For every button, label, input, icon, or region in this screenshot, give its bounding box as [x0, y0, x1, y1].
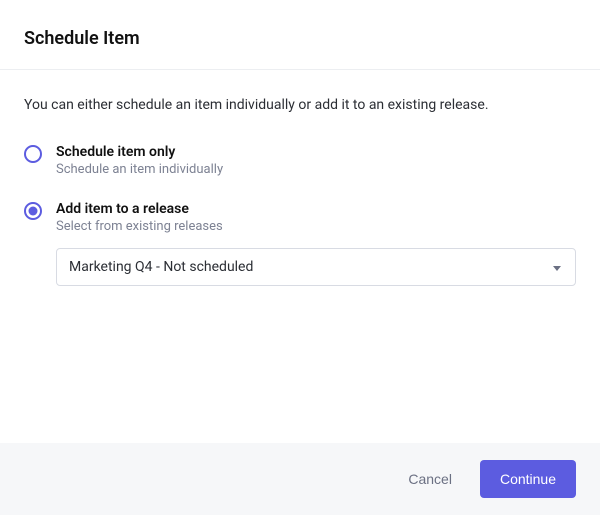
option-schedule-only[interactable]: Schedule item only Schedule an item indi… — [24, 144, 576, 177]
modal-title: Schedule Item — [24, 28, 576, 49]
modal-footer: Cancel Continue — [0, 443, 600, 515]
chevron-down-icon — [553, 266, 561, 271]
option-subtitle: Schedule an item individually — [56, 162, 223, 177]
option-title: Add item to a release — [56, 201, 223, 217]
radio-unselected-icon — [24, 145, 42, 163]
release-select-wrap: Marketing Q4 - Not scheduled — [56, 248, 576, 286]
option-subtitle: Select from existing releases — [56, 219, 223, 234]
release-select[interactable]: Marketing Q4 - Not scheduled — [56, 248, 576, 286]
option-text: Schedule item only Schedule an item indi… — [56, 144, 223, 177]
option-add-to-release[interactable]: Add item to a release Select from existi… — [24, 201, 576, 234]
release-select-value: Marketing Q4 - Not scheduled — [69, 259, 537, 275]
cancel-button[interactable]: Cancel — [404, 463, 456, 495]
option-text: Add item to a release Select from existi… — [56, 201, 223, 234]
modal-body: You can either schedule an item individu… — [0, 70, 600, 443]
modal-description: You can either schedule an item individu… — [24, 96, 576, 116]
continue-button[interactable]: Continue — [480, 460, 576, 498]
schedule-options: Schedule item only Schedule an item indi… — [24, 144, 576, 286]
radio-selected-icon — [24, 202, 42, 220]
option-title: Schedule item only — [56, 144, 223, 160]
schedule-item-modal: Schedule Item You can either schedule an… — [0, 0, 600, 515]
modal-header: Schedule Item — [0, 0, 600, 70]
